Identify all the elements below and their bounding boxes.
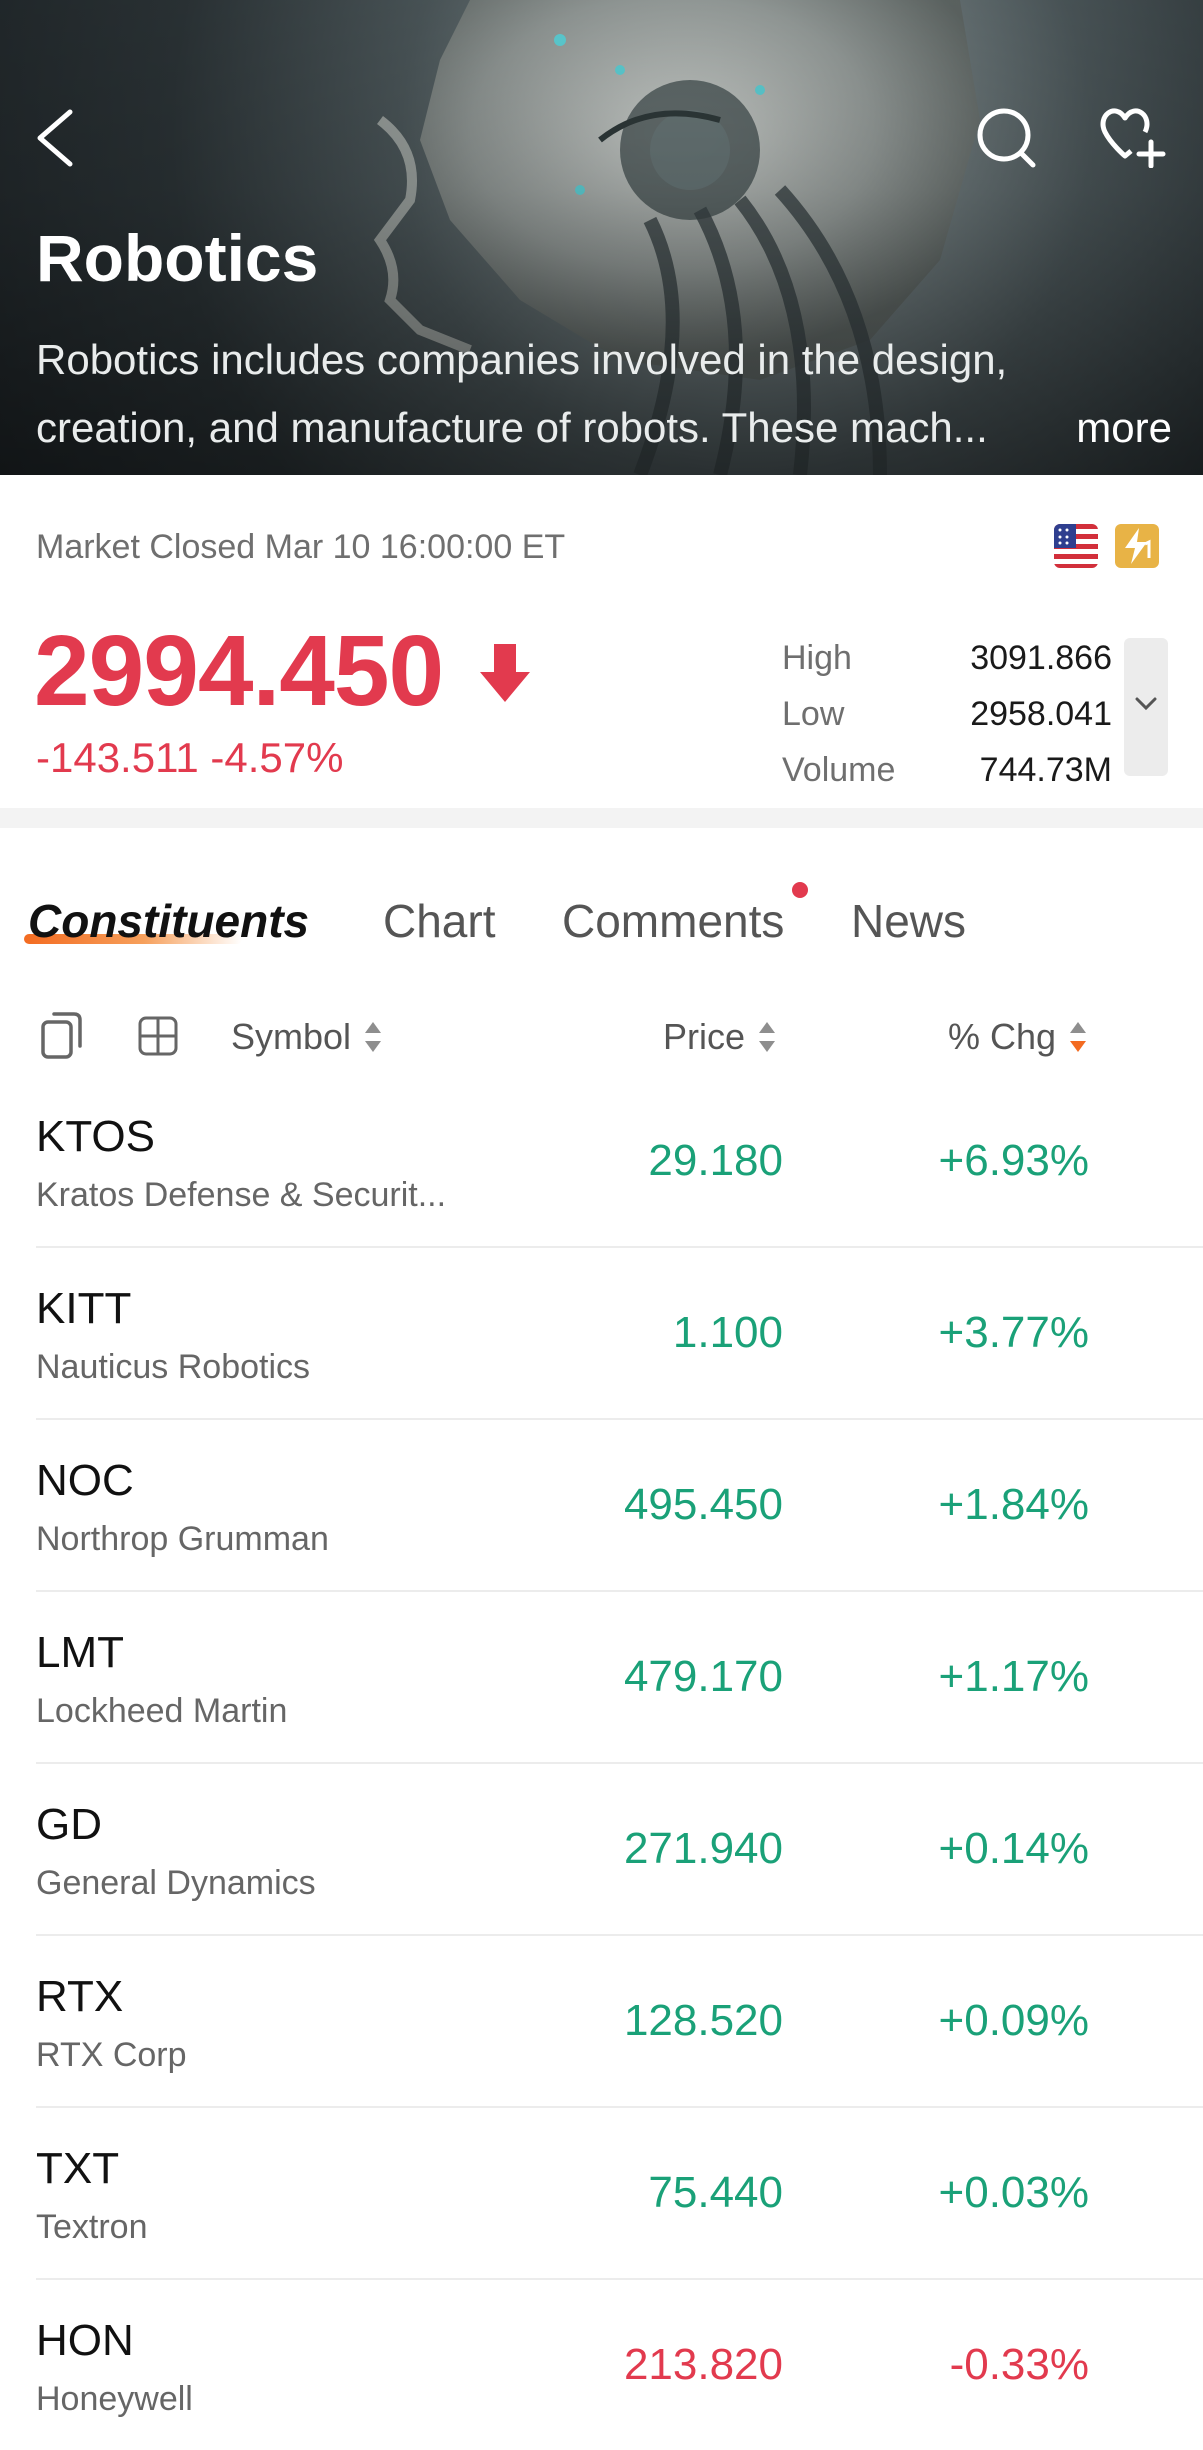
column-symbol[interactable]: Symbol — [231, 1016, 382, 1058]
row-company-name: Kratos Defense & Securit... — [36, 1176, 447, 1214]
row-price: 1.100 — [672, 1308, 783, 1357]
row-company-name: Honeywell — [36, 2380, 193, 2418]
row-symbol: RTX — [36, 1972, 124, 2021]
sort-icon — [759, 1022, 776, 1052]
row-price: 213.820 — [623, 2340, 783, 2389]
table-row[interactable]: KTOS Kratos Defense & Securit... 29.180 … — [0, 1076, 1203, 1248]
tab-chart[interactable]: Chart — [383, 894, 495, 948]
stat-label: Volume — [782, 750, 896, 789]
row-company-name: Textron — [36, 2208, 148, 2246]
level1-icon — [1115, 524, 1159, 568]
tab-constituents[interactable]: Constituents — [28, 894, 309, 948]
row-company-name: Nauticus Robotics — [36, 1348, 311, 1386]
row-price: 75.440 — [648, 2168, 783, 2217]
tab-bar: Constituents Chart Comments News — [0, 880, 1203, 960]
row-company-name: RTX Corp — [36, 2036, 187, 2074]
row-company-name: Lockheed Martin — [36, 1692, 288, 1730]
row-price: 128.520 — [623, 1996, 783, 2045]
hero-banner: Robotics Robotics includes companies inv… — [0, 0, 1203, 475]
stat-low: Low 2958.041 — [782, 686, 1112, 742]
table-row[interactable]: TXT Textron 75.440 +0.03% — [0, 2108, 1203, 2280]
column-price-label: Price — [663, 1016, 746, 1057]
table-row[interactable]: RTX RTX Corp 128.520 +0.09% — [0, 1936, 1203, 2108]
row-symbol: GD — [36, 1800, 102, 1849]
search-icon[interactable] — [975, 106, 1039, 170]
row-change: +1.84% — [938, 1480, 1089, 1529]
sort-icon — [365, 1022, 382, 1052]
stat-label: High — [782, 638, 852, 677]
hero-description-text: Robotics includes companies involved in … — [36, 336, 1008, 451]
table-row[interactable]: LMT Lockheed Martin 479.170 +1.17% — [0, 1592, 1203, 1764]
index-price: 2994.450 — [34, 615, 444, 727]
stat-high: High 3091.866 — [782, 630, 1112, 686]
stat-label: Low — [782, 694, 845, 733]
section-divider — [0, 808, 1203, 828]
row-symbol: NOC — [36, 1456, 134, 1505]
column-symbol-label: Symbol — [231, 1016, 352, 1057]
table-row[interactable]: HON Honeywell 213.820 -0.33% — [0, 2280, 1203, 2450]
back-icon[interactable] — [34, 108, 76, 168]
price-change: -143.511 -4.57% — [36, 734, 344, 781]
row-change: +3.77% — [938, 1308, 1089, 1357]
more-link[interactable]: more — [1076, 394, 1172, 462]
column-change-label: % Chg — [948, 1016, 1057, 1057]
grid-icon[interactable] — [138, 1016, 178, 1056]
table-row[interactable]: GD General Dynamics 271.940 +0.14% — [0, 1764, 1203, 1936]
constituents-list: KTOS Kratos Defense & Securit... 29.180 … — [0, 1076, 1203, 2450]
row-company-name: Northrop Grumman — [36, 1520, 329, 1558]
row-change: +0.14% — [938, 1824, 1089, 1873]
row-change: +1.17% — [938, 1652, 1089, 1701]
market-status: Market Closed Mar 10 16:00:00 ET — [36, 528, 566, 566]
row-symbol: LMT — [36, 1628, 124, 1677]
tab-news[interactable]: News — [851, 894, 966, 948]
row-price: 495.450 — [623, 1480, 783, 1529]
quote-stats: High 3091.866 Low 2958.041 Volume 744.73… — [782, 630, 1112, 798]
page-title: Robotics — [36, 221, 319, 295]
notification-dot — [792, 882, 808, 898]
down-arrow-icon — [480, 644, 530, 702]
heart-plus-icon[interactable] — [1095, 104, 1170, 168]
row-change: -0.33% — [949, 2340, 1089, 2389]
sort-icon — [1070, 1022, 1087, 1052]
us-flag-icon — [1054, 524, 1098, 568]
row-price: 29.180 — [648, 1136, 783, 1185]
row-change: +0.03% — [938, 2168, 1089, 2217]
expand-stats-button[interactable] — [1124, 638, 1168, 776]
copy-icon[interactable] — [40, 1010, 84, 1060]
table-row[interactable]: KITT Nauticus Robotics 1.100 +3.77% — [0, 1248, 1203, 1420]
row-symbol: TXT — [36, 2144, 120, 2193]
row-company-name: General Dynamics — [36, 1864, 316, 1902]
row-price: 479.170 — [623, 1652, 783, 1701]
stat-value: 744.73M — [979, 750, 1112, 789]
column-price[interactable]: Price — [663, 1016, 776, 1058]
row-symbol: KITT — [36, 1284, 132, 1333]
row-symbol: KTOS — [36, 1112, 156, 1161]
chevron-down-icon — [1135, 697, 1157, 711]
stat-value: 3091.866 — [970, 638, 1112, 677]
row-change: +0.09% — [938, 1996, 1089, 2045]
hero-description: Robotics includes companies involved in … — [36, 326, 1176, 462]
table-header: Symbol Price % Chg — [0, 1000, 1203, 1070]
row-change: +6.93% — [938, 1136, 1089, 1185]
stat-value: 2958.041 — [970, 694, 1112, 733]
row-symbol: HON — [36, 2316, 134, 2365]
stat-volume: Volume 744.73M — [782, 742, 1112, 798]
table-row[interactable]: NOC Northrop Grumman 495.450 +1.84% — [0, 1420, 1203, 1592]
column-change[interactable]: % Chg — [948, 1016, 1087, 1058]
tab-comments[interactable]: Comments — [562, 894, 784, 948]
row-price: 271.940 — [623, 1824, 783, 1873]
